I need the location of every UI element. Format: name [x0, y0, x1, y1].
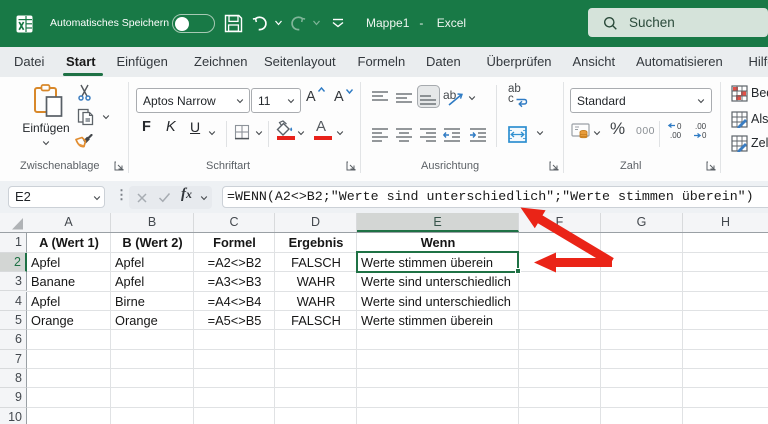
- svg-text:.00: .00: [670, 131, 682, 140]
- svg-text:0: 0: [702, 131, 707, 140]
- svg-text:.00: .00: [695, 122, 707, 131]
- svg-text:0: 0: [677, 122, 682, 131]
